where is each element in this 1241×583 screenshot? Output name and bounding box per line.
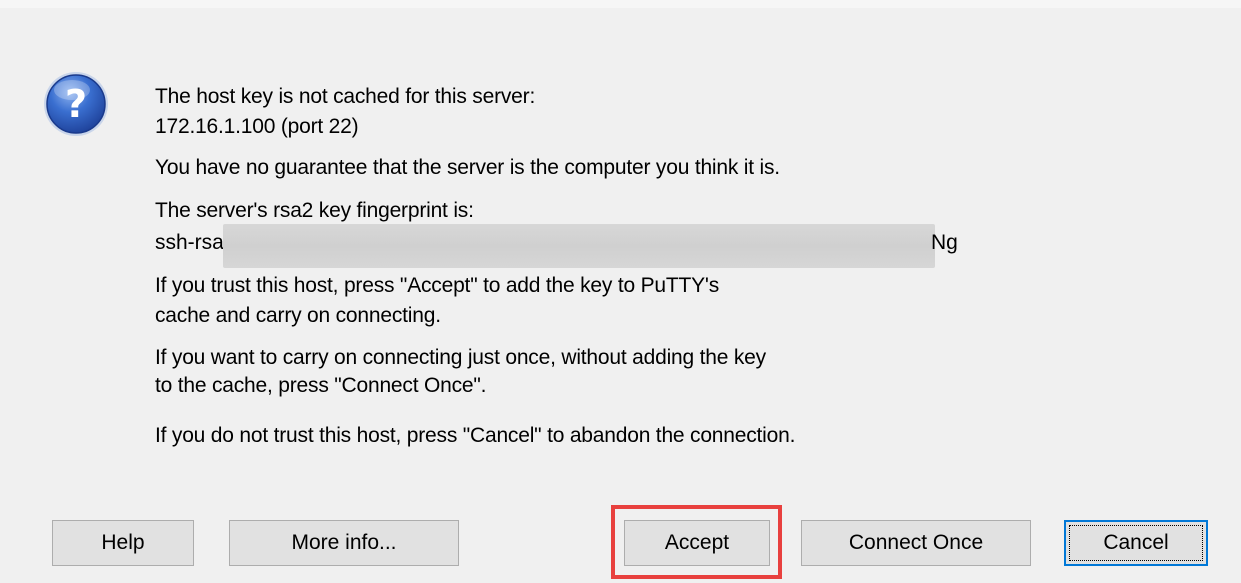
more-info-button[interactable]: More info... [229,520,459,566]
message-line-connect-once: If you want to carry on connecting just … [155,346,766,369]
message-line-host-not-cached: The host key is not cached for this serv… [155,85,536,108]
connect-once-button[interactable]: Connect Once [801,520,1031,566]
message-line-fingerprint-label: The server's rsa2 key fingerprint is: [155,199,474,222]
host-key-dialog: ? The host key is not cached for this se… [0,0,1241,583]
fingerprint-row: ssh-rsa Ng [155,224,975,268]
accept-button[interactable]: Accept [624,520,770,566]
fingerprint-suffix: Ng [931,231,958,254]
cancel-button-label: Cancel [1103,531,1169,554]
dialog-top-edge [0,0,1241,8]
message-line-trust-accept: If you trust this host, press "Accept" t… [155,274,720,297]
message-line-host-address: 172.16.1.100 (port 22) [155,115,359,138]
cancel-button[interactable]: Cancel [1064,520,1208,566]
fingerprint-prefix: ssh-rsa [155,231,224,254]
message-line-cache-connect: cache and carry on connecting. [155,304,441,327]
help-button[interactable]: Help [52,520,194,566]
svg-text:?: ? [65,82,87,126]
question-icon: ? [42,70,110,138]
message-line-connect-once-2: to the cache, press "Connect Once". [155,374,487,397]
fingerprint-redacted [223,224,935,268]
message-line-cancel: If you do not trust this host, press "Ca… [155,424,796,447]
message-line-no-guarantee: You have no guarantee that the server is… [155,156,780,179]
